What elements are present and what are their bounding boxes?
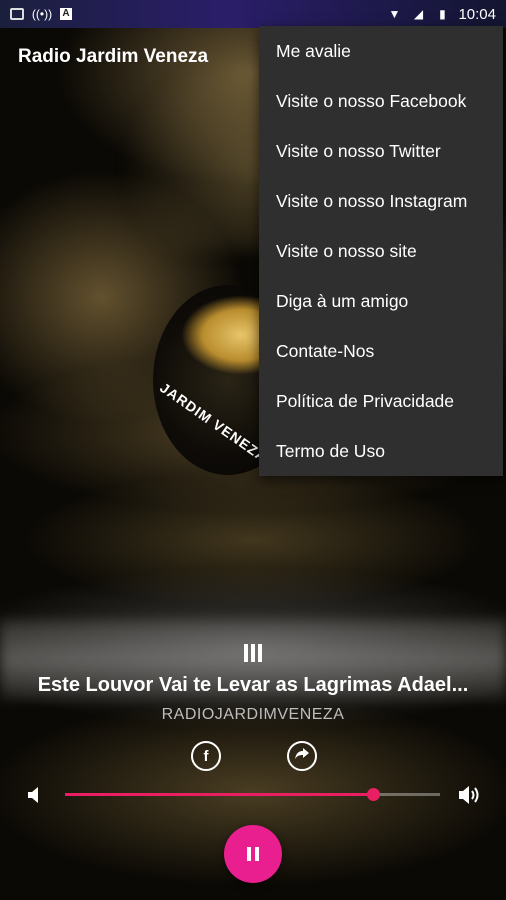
status-time: 10:04 bbox=[458, 5, 496, 23]
share-button[interactable] bbox=[287, 741, 317, 771]
menu-item-tell-friend[interactable]: Diga à um amigo bbox=[259, 276, 503, 326]
signal-icon: ◢ bbox=[413, 7, 424, 21]
volume-slider[interactable] bbox=[65, 788, 440, 801]
a-app-icon: A bbox=[60, 8, 72, 20]
menu-item-privacy-policy[interactable]: Política de Privacidade bbox=[259, 376, 503, 426]
radio-broadcast-icon: ((•)) bbox=[31, 7, 53, 21]
volume-slider-fill bbox=[65, 793, 373, 796]
menu-item-contact[interactable]: Contate-Nos bbox=[259, 326, 503, 376]
facebook-icon: f bbox=[203, 747, 209, 765]
volume-low-icon[interactable] bbox=[22, 783, 46, 807]
track-title: Este Louvor Vai te Levar as Lagrimas Ada… bbox=[37, 674, 469, 696]
image-notification-icon bbox=[10, 8, 24, 20]
play-pause-button[interactable] bbox=[224, 825, 282, 883]
volume-slider-thumb[interactable] bbox=[366, 788, 380, 801]
menu-item-facebook[interactable]: Visite o nosso Facebook bbox=[259, 76, 503, 126]
menu-item-website[interactable]: Visite o nosso site bbox=[259, 226, 503, 276]
pause-icon bbox=[247, 847, 259, 861]
app-title: Radio Jardim Veneza bbox=[18, 46, 209, 67]
battery-icon: ▮ bbox=[439, 7, 446, 21]
volume-high-icon[interactable] bbox=[458, 783, 482, 807]
artist-name: RADIOJARDIMVENEZA bbox=[161, 706, 345, 723]
menu-item-rate[interactable]: Me avalie bbox=[259, 26, 503, 76]
playing-indicator-icon bbox=[244, 644, 262, 662]
status-bar: ((•)) A ▼ ◢ ▮ 10:04 bbox=[0, 0, 506, 28]
menu-item-terms-of-use[interactable]: Termo de Uso bbox=[259, 426, 503, 476]
menu-item-twitter[interactable]: Visite o nosso Twitter bbox=[259, 126, 503, 176]
facebook-share-button[interactable]: f bbox=[191, 741, 221, 771]
menu-item-instagram[interactable]: Visite o nosso Instagram bbox=[259, 176, 503, 226]
overflow-menu: Me avalie Visite o nosso Facebook Visite… bbox=[259, 26, 503, 476]
share-arrow-icon bbox=[294, 747, 310, 765]
wifi-icon: ▼ bbox=[388, 7, 401, 21]
